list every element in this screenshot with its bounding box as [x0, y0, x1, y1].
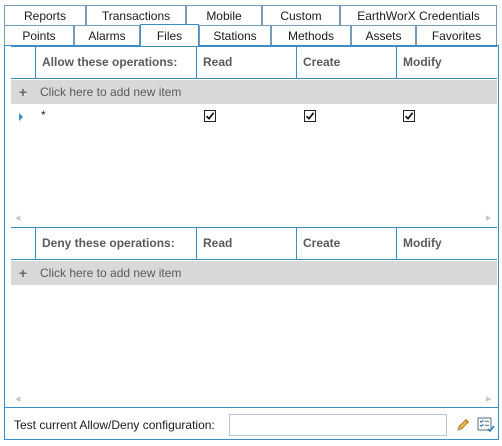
- column-header-operations[interactable]: Allow these operations:: [36, 47, 196, 78]
- row-gutter-divider: [35, 46, 36, 79]
- column-header-read[interactable]: Read: [196, 47, 296, 78]
- current-row-indicator-icon: [19, 113, 23, 121]
- tab-label: Reports: [23, 8, 67, 23]
- scroll-right-arrow-icon[interactable]: ▶: [486, 395, 491, 403]
- tab-label: Assets: [365, 28, 402, 43]
- add-new-item-text: Click here to add new item: [40, 266, 182, 280]
- tab-alarms[interactable]: Alarms: [74, 25, 140, 45]
- tab-label: Methods: [287, 28, 335, 43]
- tab-label: Stations: [213, 28, 257, 43]
- pencil-icon-graphic: [457, 418, 470, 431]
- checkmark-icon: [305, 112, 315, 120]
- tab-label: Points: [22, 28, 56, 43]
- tab-label: Mobile: [206, 8, 242, 23]
- scroll-right-arrow-icon[interactable]: ▶: [486, 214, 491, 222]
- modify-checkbox[interactable]: [403, 110, 415, 122]
- scroll-left-arrow-icon[interactable]: ◀: [15, 214, 20, 222]
- pencil-icon[interactable]: [455, 417, 471, 433]
- tab-methods[interactable]: Methods: [271, 25, 351, 45]
- tab-custom[interactable]: Custom: [262, 5, 340, 25]
- tab-label: Transactions: [101, 8, 171, 23]
- add-new-item-text: Click here to add new item: [40, 85, 182, 99]
- tab-label: Favorites: [431, 28, 482, 43]
- tab-transactions[interactable]: Transactions: [86, 5, 186, 25]
- add-new-item-row[interactable]: + Click here to add new item: [11, 261, 497, 285]
- test-configuration-label: Test current Allow/Deny configuration:: [14, 418, 215, 432]
- column-header-modify[interactable]: Modify: [396, 228, 497, 259]
- pattern-cell[interactable]: *: [41, 108, 46, 122]
- allow-grid-header: Allow these operations: Read Create Modi…: [11, 46, 497, 79]
- test-configuration-bar: Test current Allow/Deny configuration:: [4, 407, 499, 440]
- tab-files[interactable]: Files: [140, 24, 199, 46]
- test-path-input[interactable]: [229, 414, 447, 436]
- test-results-icon[interactable]: [477, 417, 495, 433]
- column-header-modify[interactable]: Modify: [396, 47, 497, 78]
- tab-label: Custom: [280, 8, 322, 23]
- row-gutter-divider: [35, 227, 36, 260]
- checkmark-icon: [404, 112, 414, 120]
- column-header-operations[interactable]: Deny these operations:: [36, 228, 196, 259]
- tab-earthworx-credentials[interactable]: EarthWorX Credentials: [340, 5, 497, 25]
- column-header-create[interactable]: Create: [296, 47, 396, 78]
- deny-grid: Deny these operations: Read Create Modif…: [11, 227, 497, 407]
- plus-icon: +: [18, 265, 28, 281]
- scroll-left-arrow-icon[interactable]: ◀: [15, 395, 20, 403]
- tab-label: EarthWorX Credentials: [357, 8, 480, 23]
- column-header-create[interactable]: Create: [296, 228, 396, 259]
- column-header-read[interactable]: Read: [196, 228, 296, 259]
- deny-grid-header: Deny these operations: Read Create Modif…: [11, 227, 497, 260]
- plus-icon: +: [18, 84, 28, 100]
- tab-label: Files: [156, 28, 183, 43]
- create-checkbox[interactable]: [304, 110, 316, 122]
- add-new-item-row[interactable]: + Click here to add new item: [11, 80, 497, 104]
- tab-reports[interactable]: Reports: [4, 5, 86, 25]
- tab-mobile[interactable]: Mobile: [186, 5, 262, 25]
- files-permissions-panel: Allow these operations: Read Create Modi…: [4, 45, 499, 440]
- test-results-icon-graphic: [477, 417, 495, 433]
- tab-assets[interactable]: Assets: [351, 25, 416, 45]
- tab-stations[interactable]: Stations: [199, 25, 271, 45]
- tab-points[interactable]: Points: [4, 25, 74, 45]
- tab-favorites[interactable]: Favorites: [416, 25, 497, 45]
- read-checkbox[interactable]: [204, 110, 216, 122]
- allow-grid: Allow these operations: Read Create Modi…: [11, 46, 497, 226]
- checkmark-icon: [205, 112, 215, 120]
- table-row[interactable]: *: [11, 106, 497, 128]
- tab-label: Alarms: [88, 28, 126, 43]
